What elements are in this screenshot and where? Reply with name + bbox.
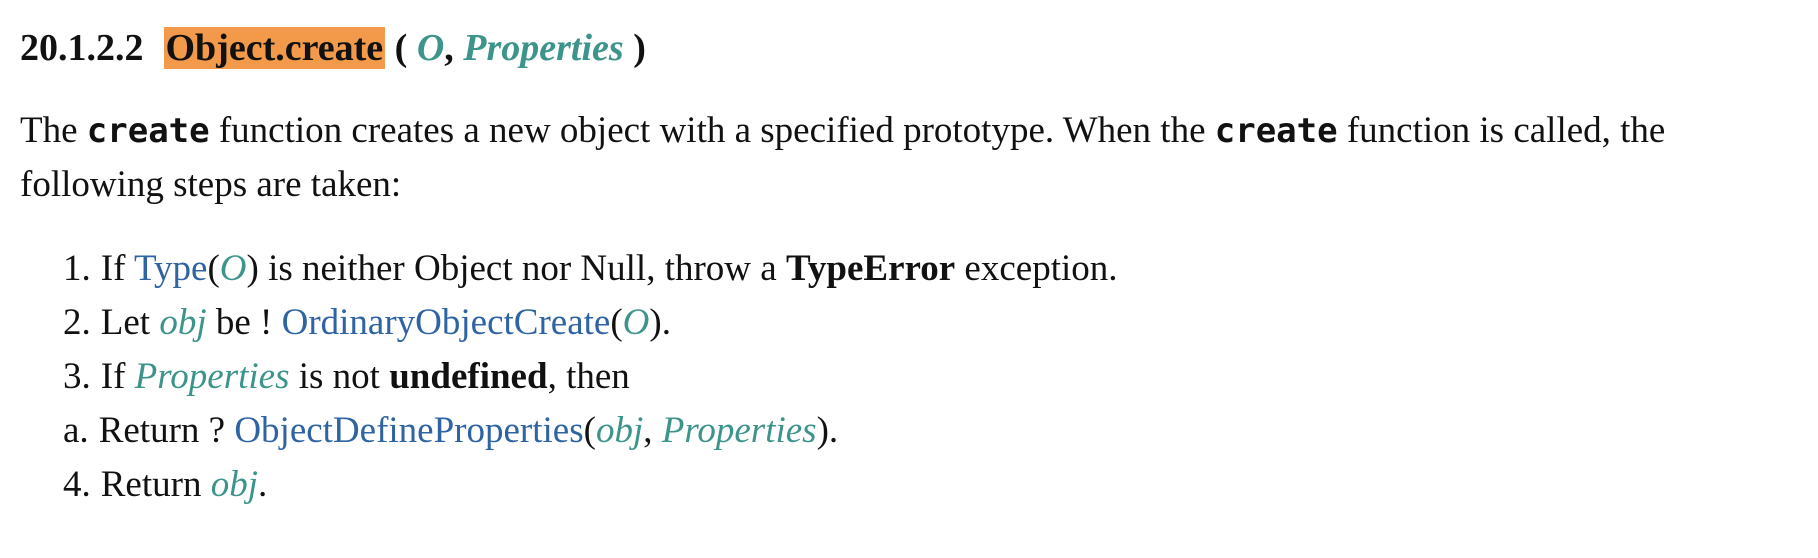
step-text: If [100,356,135,397]
var-o[interactable]: O [220,248,247,289]
var-obj[interactable]: obj [596,410,643,451]
step-number: 2. [63,302,91,343]
step-text: is not [289,356,390,397]
var-obj[interactable]: obj [211,464,258,505]
step-2: 2. Let obj be ! OrdinaryObjectCreate(O). [63,296,1800,350]
link-type[interactable]: Type [134,248,207,289]
open-paren: ( [394,27,408,69]
step-text: Return ? [98,410,235,451]
param-o[interactable]: O [417,27,444,69]
code-create-2: create [1214,111,1338,151]
step-number: 1. [63,248,91,289]
step-text: , then [547,356,630,397]
step-3: 3. If Properties is not undefined, then [63,350,1800,404]
step-number: a. [63,410,89,451]
param-properties[interactable]: Properties [463,27,623,69]
paren: ). [816,410,839,451]
step-number: 3. [63,356,91,397]
step-text: If [100,248,134,289]
paren: ). [649,302,671,343]
step-1: 1. If Type(O) is neither Object nor Null,… [63,242,1800,296]
link-ordinary-object-create[interactable]: OrdinaryObjectCreate [282,302,611,343]
step-text: Let [100,302,160,343]
intro-paragraph: The create function creates a new object… [20,104,1800,212]
section-heading: 20.1.2.2 Object.create ( O, Properties ) [20,18,1800,78]
spec-section: 20.1.2.2 Object.create ( O, Properties ) … [20,18,1800,512]
close-paren: ) [633,27,646,69]
step-3a: a. Return ? ObjectDefineProperties(obj, P… [63,404,1800,458]
algorithm-steps: 1. If Type(O) is neither Object nor Null,… [20,242,1800,512]
step-text: . [257,464,268,505]
paren: ( [583,410,596,451]
arg-separator: , [643,410,662,451]
paren: ( [610,302,623,343]
link-object-define-properties[interactable]: ObjectDefineProperties [234,410,583,451]
param-separator: , [444,27,454,69]
step-number: 4. [63,464,91,505]
intro-text-2: function creates a new object with a spe… [209,110,1215,151]
var-properties[interactable]: Properties [662,410,817,451]
step-text: is neither Object nor Null, throw a [258,248,786,289]
step-4: 4. Return obj. [63,458,1800,512]
step-text: be ! [206,302,282,343]
section-number: 20.1.2.2 [20,27,144,69]
paren: ( [207,248,220,289]
var-obj[interactable]: obj [159,302,206,343]
intro-text-1: The [20,110,87,151]
step-text: exception. [955,248,1118,289]
code-create-1: create [86,111,210,151]
bold-typeerror: TypeError [785,248,956,289]
var-o[interactable]: O [623,302,650,343]
bold-undefined: undefined [389,356,548,397]
paren: ) [246,248,259,289]
function-name-highlight[interactable]: Object.create [163,27,386,69]
step-text: Return [100,464,211,505]
var-properties[interactable]: Properties [135,356,290,397]
